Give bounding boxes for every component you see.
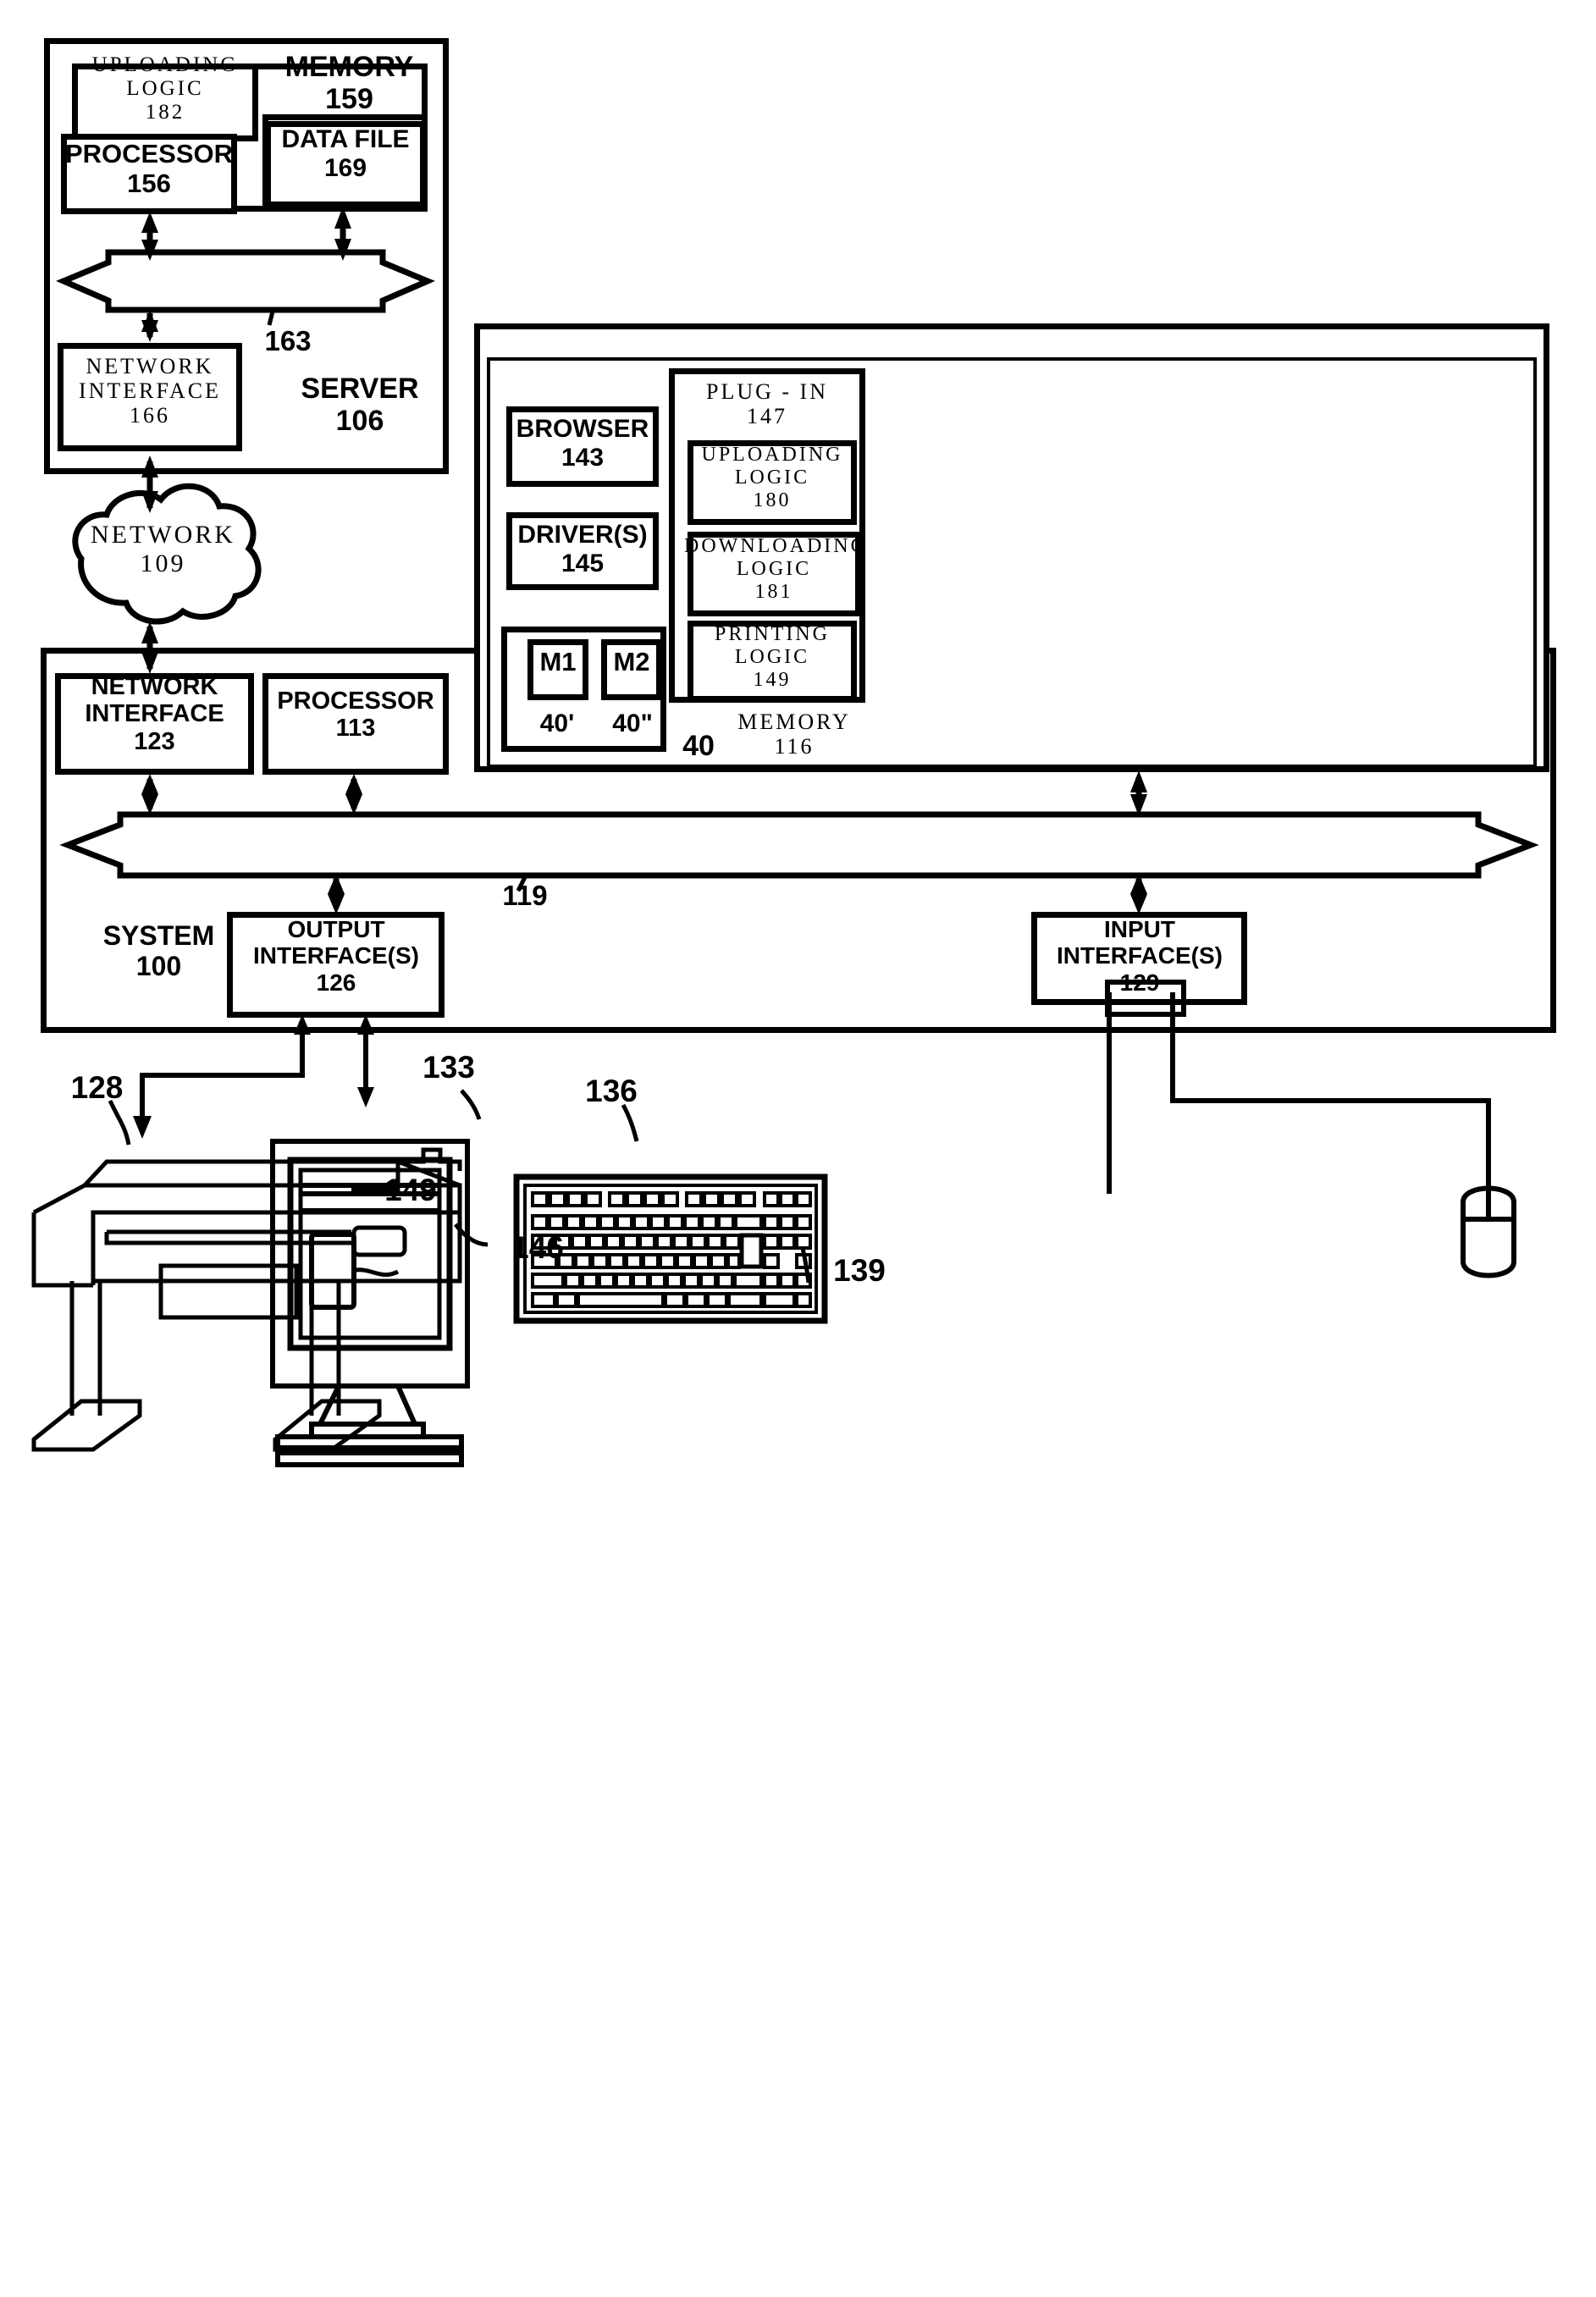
output-to-plotter-line <box>140 1020 305 1126</box>
arrowhead-plotter <box>133 1116 152 1139</box>
patent-figure: UPLOADING LOGIC 182 MEMORY 159 DATA FILE… <box>0 0 1596 2297</box>
arrowhead-up <box>334 207 351 229</box>
figure-vectors <box>31 207 1539 1467</box>
screen-icon-leader <box>355 1267 400 1278</box>
mouse-icon <box>1461 1185 1516 1278</box>
system-bus-leader <box>516 875 527 892</box>
system-bus-arrow <box>59 811 1539 879</box>
monitor-leader-133 <box>460 1089 482 1120</box>
screen-print-icon <box>309 1232 356 1310</box>
server-bus-arrow <box>56 249 435 313</box>
plotter-leader <box>108 1099 131 1146</box>
keyboard-keys <box>531 1191 812 1308</box>
input-to-mouse-line <box>1170 992 1491 1202</box>
arrowhead-up <box>141 212 158 233</box>
keyboard-leader <box>621 1103 639 1142</box>
network-cloud-shape <box>72 483 262 625</box>
server-bus-leader <box>267 311 275 326</box>
